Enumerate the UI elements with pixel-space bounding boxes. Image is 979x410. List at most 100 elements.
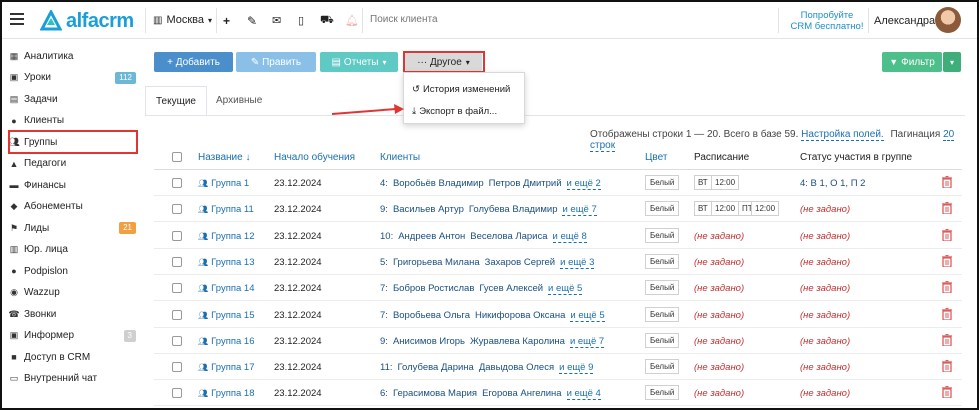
client-link[interactable]: Герасимова Мария xyxy=(393,388,477,399)
edit-button[interactable]: ✎ Править xyxy=(236,52,316,72)
sidebar-item[interactable]: ◆ Абонементы xyxy=(8,198,136,216)
sidebar-item[interactable]: ● Клиенты xyxy=(8,112,136,130)
more-clients-link[interactable]: и ещё 5 xyxy=(570,309,605,322)
group-link[interactable]: 👥︎ Группа 1 xyxy=(198,178,249,189)
client-link[interactable]: Давыдова Олеся xyxy=(479,362,554,373)
client-link[interactable]: Анисимов Игорь xyxy=(393,336,465,347)
row-checkbox[interactable] xyxy=(172,204,182,215)
wrench-icon[interactable]: ✎ xyxy=(247,14,257,28)
sidebar-item[interactable]: ☎ Звонки xyxy=(8,305,136,323)
group-link[interactable]: 👥︎ Группа 13 xyxy=(198,257,254,268)
tab-current[interactable]: Текущие xyxy=(145,86,207,116)
more-clients-link[interactable]: и ещё 2 xyxy=(566,178,601,190)
sidebar-item[interactable]: ▣ Информер 3 xyxy=(8,327,136,345)
trash-icon[interactable] xyxy=(942,281,952,294)
sidebar-item[interactable]: ● Podpislon xyxy=(8,262,136,280)
table-row[interactable]: 👥︎ Группа 12 23.12.2024 10: Андреев Антон Вес… xyxy=(154,223,962,249)
user-name[interactable]: Александра xyxy=(874,15,935,27)
group-link[interactable]: 👥︎ Группа 15 xyxy=(198,310,254,321)
select-all-checkbox[interactable] xyxy=(172,152,182,162)
client-link[interactable]: Григорьева Милана xyxy=(393,257,480,268)
sidebar-item[interactable]: ▥ Юр. лица xyxy=(8,241,136,259)
promo-link[interactable]: Попробуйте CRM бесплатно! xyxy=(789,10,865,32)
row-checkbox[interactable] xyxy=(172,283,182,294)
more-clients-link[interactable]: и ещё 3 xyxy=(560,256,595,269)
row-checkbox[interactable] xyxy=(172,309,182,320)
sidebar-item[interactable]: ▭ Внутренний чат xyxy=(8,370,136,388)
client-link[interactable]: Никифорова Оксана xyxy=(475,310,565,321)
reports-button[interactable]: ▤ Отчеты ▾ xyxy=(320,52,398,72)
col-clients[interactable]: Клиенты xyxy=(380,152,420,163)
table-row[interactable]: 👥︎ Группа 11 23.12.2024 9: Васильев Артур Гол… xyxy=(154,196,962,223)
row-checkbox[interactable] xyxy=(172,362,182,373)
sidebar-item[interactable]: ◉ Wazzup xyxy=(8,284,136,302)
trash-icon[interactable] xyxy=(942,333,952,347)
search-input[interactable] xyxy=(370,14,590,25)
table-row[interactable]: 👥︎ Группа 14 23.12.2024 7: Бобров Ростислав Г… xyxy=(154,275,962,302)
menu-icon[interactable] xyxy=(10,13,24,25)
table-row[interactable]: 👥︎ Группа 15 23.12.2024 7: Воробьева Ольга Ни… xyxy=(154,302,962,328)
phone-icon[interactable]: ▯ xyxy=(298,14,304,27)
settings-link[interactable]: Настройка полей. xyxy=(801,129,884,141)
client-link[interactable]: Воробьёв Владимир xyxy=(393,178,484,189)
client-link[interactable]: Захаров Сергей xyxy=(485,257,555,268)
bell-icon[interactable]: 🔔︎ xyxy=(345,14,359,27)
client-link[interactable]: Егорова Ангелина xyxy=(482,388,562,399)
mail-icon[interactable]: ✉ xyxy=(272,14,281,27)
table-row[interactable]: 👥︎ Группа 18 23.12.2024 6: Герасимова Мария Е… xyxy=(154,380,962,407)
plus-icon[interactable]: + xyxy=(223,14,230,28)
cart-icon[interactable]: ⛟ xyxy=(320,14,334,28)
group-link[interactable]: 👥︎ Группа 18 xyxy=(198,388,254,399)
row-checkbox[interactable] xyxy=(172,388,182,399)
client-link[interactable]: Бобров Ростислав xyxy=(393,283,474,294)
more-clients-link[interactable]: и ещё 9 xyxy=(559,362,594,375)
menu-item-history[interactable]: ↺ История изменений xyxy=(412,84,510,95)
city-selector[interactable]: ▥ Москва ▾ xyxy=(153,14,212,26)
table-row[interactable]: 👥︎ Группа 1 23.12.2024 4: Воробьёв Владимир П… xyxy=(154,170,962,196)
client-link[interactable]: Голубева Дарина xyxy=(398,362,474,373)
client-link[interactable]: Воробьева Ольга xyxy=(393,310,470,321)
trash-icon[interactable] xyxy=(942,228,952,242)
menu-item-export[interactable]: ⤓ Экспорт в файл... xyxy=(412,106,497,117)
sidebar-item[interactable]: ■ Доступ в CRM xyxy=(8,348,136,366)
trash-icon[interactable] xyxy=(942,359,952,373)
client-link[interactable]: Голубева Владимир xyxy=(469,204,558,215)
add-button[interactable]: + Добавить xyxy=(154,52,233,72)
trash-icon[interactable] xyxy=(942,202,952,215)
more-clients-link[interactable]: и ещё 7 xyxy=(569,335,605,348)
sidebar-item[interactable]: ▤ Задачи xyxy=(8,90,136,108)
trash-icon[interactable] xyxy=(942,175,952,189)
col-color[interactable]: Цвет xyxy=(645,152,667,163)
col-name[interactable]: Название ↓ xyxy=(198,152,250,163)
sidebar-item[interactable]: ▬ Финансы xyxy=(8,176,136,194)
sidebar-item[interactable]: ▲ Педагоги xyxy=(8,155,136,173)
col-start[interactable]: Начало обучения xyxy=(274,152,355,163)
client-link[interactable]: Журавлева Каролина xyxy=(470,336,565,347)
sidebar-item[interactable]: ▦ Аналитика xyxy=(8,47,136,65)
trash-icon[interactable] xyxy=(942,254,952,268)
more-clients-link[interactable]: и ещё 7 xyxy=(562,204,597,217)
trash-icon[interactable] xyxy=(942,307,952,321)
trash-icon[interactable] xyxy=(942,386,952,400)
client-link[interactable]: Гусев Алексей xyxy=(479,283,543,294)
tab-archive[interactable]: Архивные xyxy=(206,86,272,116)
group-link[interactable]: 👥︎ Группа 14 xyxy=(198,283,254,294)
group-link[interactable]: 👥︎ Группа 11 xyxy=(198,204,254,215)
avatar[interactable] xyxy=(935,7,961,33)
table-row[interactable]: 👥︎ Группа 13 23.12.2024 5: Григорьева Милана… xyxy=(154,249,962,275)
more-clients-link[interactable]: и ещё 5 xyxy=(548,283,583,296)
group-link[interactable]: 👥︎ Группа 17 xyxy=(198,362,254,373)
sidebar-item[interactable]: ▣ Уроки 112 xyxy=(8,69,136,87)
filter-caret-button[interactable]: ▾ xyxy=(943,52,961,72)
row-checkbox[interactable] xyxy=(172,178,182,188)
client-link[interactable]: Петров Дмитрий xyxy=(489,178,562,189)
client-link[interactable]: Андреев Антон xyxy=(398,231,465,242)
client-link[interactable]: Васильев Артур xyxy=(393,204,464,215)
table-row[interactable]: 👥︎ Группа 17 23.12.2024 11: Голубева Дарина Д… xyxy=(154,354,962,381)
sidebar-item[interactable]: ⚑ Лиды 21 xyxy=(8,219,136,237)
more-clients-link[interactable]: и ещё 8 xyxy=(552,230,587,243)
filter-button[interactable]: ▼ Фильтр xyxy=(882,52,942,72)
table-row[interactable]: 👥︎ Группа 16 23.12.2024 9: Анисимов Игорь Жур… xyxy=(154,328,962,354)
group-link[interactable]: 👥︎ Группа 12 xyxy=(198,231,254,242)
more-clients-link[interactable]: и ещё 4 xyxy=(566,388,601,401)
